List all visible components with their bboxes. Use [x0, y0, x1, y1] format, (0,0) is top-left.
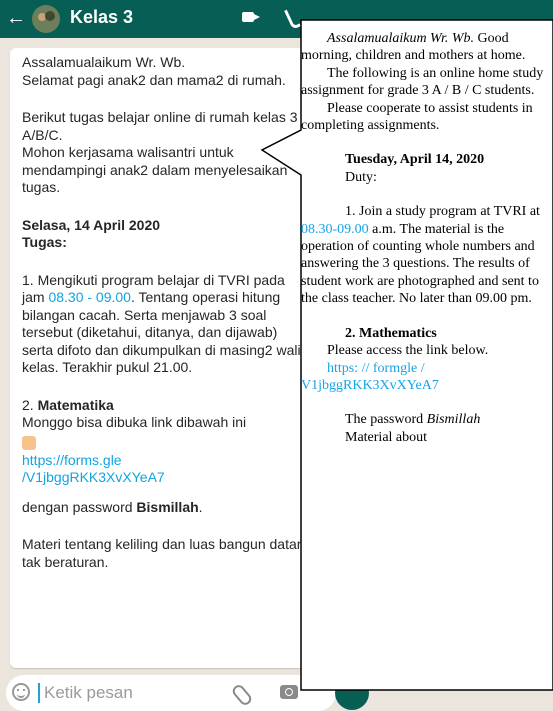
- translation-following: The following is an online home study as…: [301, 65, 544, 99]
- translation-material: Material about: [345, 429, 428, 445]
- translation-task-1-time: 08.30-09.00: [301, 221, 369, 237]
- translation-math-heading: 2. Mathematics: [345, 325, 437, 341]
- translation-callout: Assalamualaikum Wr. Wb. Good morning, ch…: [301, 30, 551, 446]
- translation-greeting-italic: Assalamualaikum Wr. Wb.: [327, 31, 474, 46]
- translation-access: Please access the link below.: [327, 343, 489, 359]
- translation-duty: Duty:: [345, 169, 377, 185]
- translation-link: https: // formgle / V1jbggRKK3XvXYeA7: [301, 360, 439, 393]
- translation-date: Tuesday, April 14, 2020: [345, 152, 485, 168]
- translation-task-1-start: 1. Join a study program at TVRI at: [345, 204, 540, 220]
- translation-password: Bismillah: [426, 412, 481, 428]
- translation-cooperate: Please cooperate to assist students in c…: [301, 100, 533, 134]
- translation-password-prefix: The password: [345, 412, 427, 428]
